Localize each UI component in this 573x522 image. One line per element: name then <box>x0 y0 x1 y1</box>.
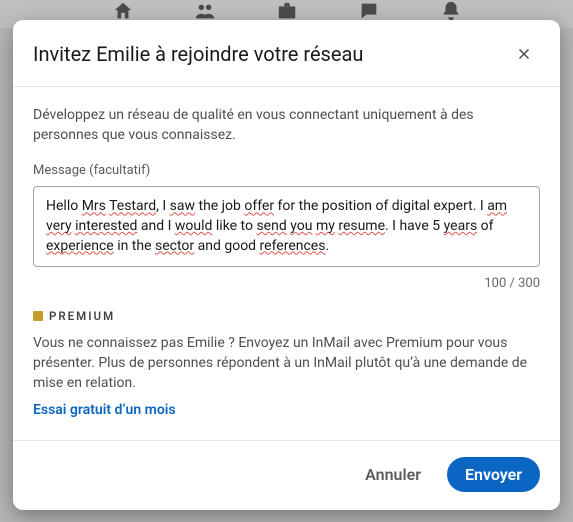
modal-body: Développez un réseau de qualité en vous … <box>13 87 560 441</box>
char-counter: 100 / 300 <box>33 275 540 294</box>
premium-trial-link[interactable]: Essai gratuit d’un mois <box>33 402 176 418</box>
intro-text: Développez un réseau de qualité en vous … <box>33 105 540 146</box>
premium-icon <box>33 311 43 321</box>
message-label: Message (facultatif) <box>33 162 540 181</box>
premium-label: PREMIUM <box>49 308 115 325</box>
close-button[interactable] <box>508 38 540 70</box>
modal-footer: Annuler Envoyer <box>13 441 560 510</box>
cancel-button[interactable]: Annuler <box>347 457 439 492</box>
modal-header: Invitez Emilie à rejoindre votre réseau <box>13 20 560 87</box>
invite-modal: Invitez Emilie à rejoindre votre réseau … <box>13 20 560 510</box>
premium-text: Vous ne connaissez pas Emilie ? Envoyez … <box>33 333 540 394</box>
modal-title: Invitez Emilie à rejoindre votre réseau <box>33 42 363 66</box>
close-icon <box>515 45 533 63</box>
premium-header: PREMIUM <box>33 308 540 325</box>
message-input[interactable]: Hello Mrs Testard, I saw the job offer f… <box>33 186 540 267</box>
send-button[interactable]: Envoyer <box>447 457 540 492</box>
